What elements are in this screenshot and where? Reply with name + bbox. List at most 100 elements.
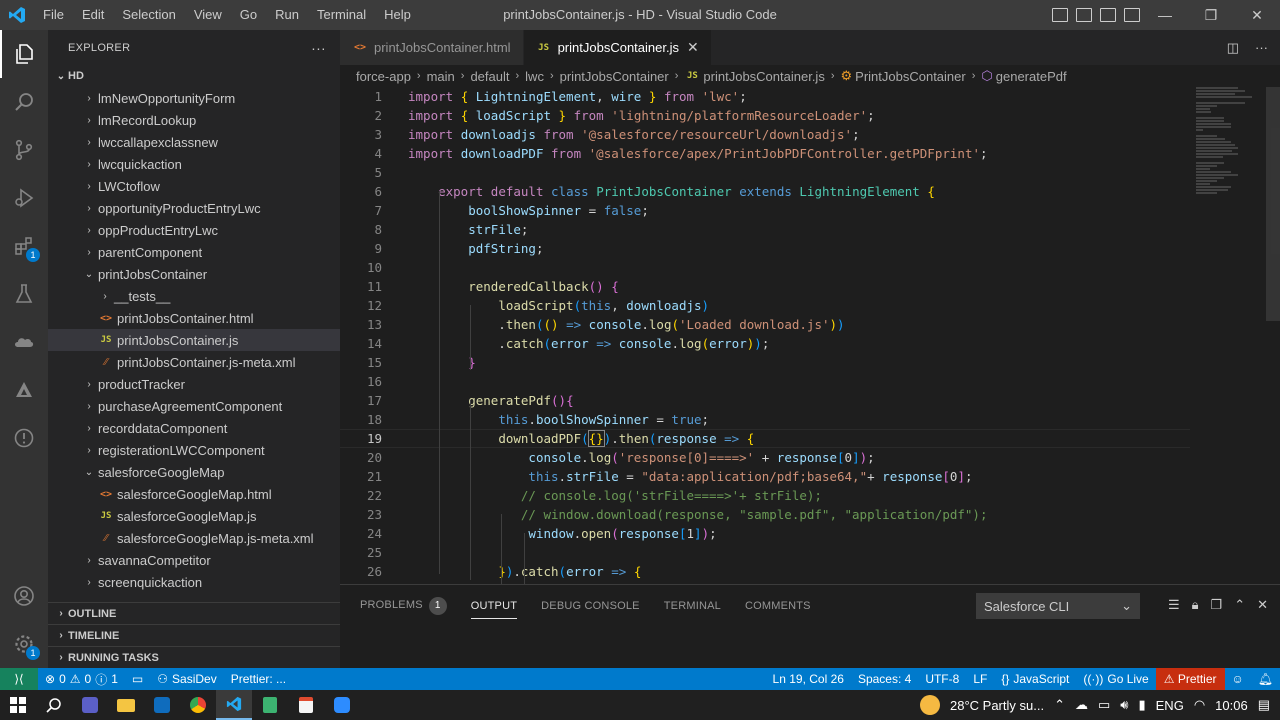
org-status[interactable]: ⚇ SasiDev [150,672,223,686]
code-line[interactable]: 14 .catch(error => console.log(error)); [340,334,1190,353]
tray-chevron-icon[interactable]: ⌃ [1054,697,1065,713]
tree-item[interactable]: JS salesforceGoogleMap.js [48,505,340,527]
menu-terminal[interactable]: Terminal [308,0,375,30]
language-mode[interactable]: {} JavaScript [994,672,1076,686]
clear-output-icon[interactable]: ☰ [1168,597,1180,613]
minimap[interactable] [1196,87,1266,227]
code-line[interactable]: 24 window.open(response[1]); [340,524,1190,543]
breadcrumb-item[interactable]: default [470,69,509,84]
tree-item[interactable]: › lwcquickaction [48,153,340,175]
vscode-taskbar-icon[interactable] [216,690,252,720]
workspace-root[interactable]: ⌄ HD [48,65,340,87]
maximize-panel-icon[interactable]: ⌃ [1234,597,1245,613]
menu-file[interactable]: File [34,0,73,30]
toggle-sidebar-icon[interactable] [1052,8,1068,22]
tree-item[interactable]: › parentComponent [48,241,340,263]
tree-item[interactable]: › purchaseAgreementComponent [48,395,340,417]
menu-run[interactable]: Run [266,0,308,30]
code-line[interactable]: 25 [340,543,1190,562]
more-actions-icon[interactable]: ··· [1255,40,1268,55]
feedback-icon[interactable]: ☺ [1225,672,1251,686]
code-editor[interactable]: 1 import { LightningElement, wire } from … [340,87,1280,584]
clock-time[interactable]: 10:06 [1215,698,1248,713]
tree-item[interactable]: › savannaCompetitor [48,549,340,571]
breadcrumb-item[interactable]: generatePdf [996,69,1067,84]
code-line[interactable]: 11 renderedCallback() { [340,277,1190,296]
menu-help[interactable]: Help [375,0,420,30]
prettier-status[interactable]: ⚠ Prettier [1155,668,1225,690]
code-line[interactable]: 20 console.log('response[0]====>' + resp… [340,448,1190,467]
org-browser-icon[interactable] [0,366,48,414]
split-editor-icon[interactable]: ◫ [1227,40,1239,56]
tree-item[interactable]: JS printJobsContainer.js [48,329,340,351]
tab-problems[interactable]: PROBLEMS 1 [360,597,447,615]
tree-item[interactable]: ⁄⁄ salesforceGoogleMap.js-meta.xml [48,527,340,549]
volume-icon[interactable]: 🔊︎ [1120,697,1128,713]
tab-debug-console[interactable]: DEBUG CONSOLE [541,600,640,612]
code-line[interactable]: 5 [340,163,1190,182]
cursor-position[interactable]: Ln 19, Col 26 [766,672,851,686]
prettier-left-status[interactable]: Prettier: ... [224,672,293,686]
menu-edit[interactable]: Edit [73,0,113,30]
breadcrumb-item[interactable]: force-app [356,69,411,84]
tab-terminal[interactable]: TERMINAL [664,600,721,612]
customize-layout-icon[interactable] [1124,8,1140,22]
input-language[interactable]: ENG [1156,698,1184,713]
open-in-editor-icon[interactable]: ❐ [1211,597,1223,613]
code-line[interactable]: 12 loadScript(this, downloadjs) [340,296,1190,315]
code-line[interactable]: 2 import { loadScript } from 'lightning/p… [340,106,1190,125]
search-icon[interactable] [0,78,48,126]
tree-item[interactable]: › lmRecordLookup [48,109,340,131]
breadcrumb-item[interactable]: printJobsContainer.js [703,69,824,84]
close-panel-icon[interactable]: ✕ [1257,597,1268,613]
code-line[interactable]: 3 import downloadjs from '@salesforce/res… [340,125,1190,144]
go-live[interactable]: ((·)) Go Live [1076,672,1155,686]
teams-icon[interactable] [72,690,108,720]
encoding[interactable]: UTF-8 [918,672,966,686]
code-line[interactable]: 17 generatePdf(){ [340,391,1190,410]
outline-section[interactable]: › OUTLINE [48,602,340,624]
extensions-icon[interactable]: 1 [0,222,48,270]
network-icon[interactable]: ▭ [1098,697,1110,713]
tree-item[interactable]: › lwccallapexclassnew [48,131,340,153]
source-control-icon[interactable] [0,126,48,174]
timeline-section[interactable]: › TIMELINE [48,624,340,646]
tab-comments[interactable]: COMMENTS [745,600,811,612]
battery-icon[interactable]: ▮ [1138,697,1145,713]
output-channel-select[interactable]: Salesforce CLI ⌄ [976,593,1140,619]
code-line[interactable]: 1 import { LightningElement, wire } from … [340,87,1190,106]
notifications-bell-icon[interactable]: 🔔︎ [1251,672,1280,686]
chrome-icon[interactable] [180,690,216,720]
editor-scrollbar[interactable] [1266,87,1280,321]
code-line[interactable]: 15 } [340,353,1190,372]
code-line[interactable]: 13 .then(() => console.log('Loaded downl… [340,315,1190,334]
document-app-icon[interactable] [288,690,324,720]
tree-item[interactable]: <> salesforceGoogleMap.html [48,483,340,505]
run-debug-icon[interactable] [0,174,48,222]
tree-item[interactable]: › lmNewOpportunityForm [48,87,340,109]
onedrive-cloud-icon[interactable]: ☁ [1075,697,1088,713]
code-line[interactable]: 16 [340,372,1190,391]
menu-go[interactable]: Go [231,0,266,30]
code-line[interactable]: 9 pdfString; [340,239,1190,258]
code-line[interactable]: 21 this.strFile = "data:application/pdf;… [340,467,1190,486]
code-line[interactable]: 26 }).catch(error => { [340,562,1190,581]
indentation[interactable]: Spaces: 4 [851,672,918,686]
tree-item[interactable]: › recorddataComponent [48,417,340,439]
close-window-button[interactable]: ✕ [1234,0,1280,30]
breadcrumb-item[interactable]: lwc [525,69,544,84]
code-line[interactable]: 8 strFile; [340,220,1190,239]
code-line[interactable]: 23 // window.download(response, "sample.… [340,505,1190,524]
tree-item[interactable]: › productTracker [48,373,340,395]
problems-status[interactable]: ⊗ 0 ⚠ 0 ⓘ 1 [38,671,125,688]
tree-item[interactable]: ⁄⁄ printJobsContainer.js-meta.xml [48,351,340,373]
tree-item[interactable]: › LWCtoflow [48,175,340,197]
tree-item[interactable]: <> printJobsContainer.html [48,307,340,329]
lock-scroll-icon[interactable]: 🔒︎ [1192,597,1199,613]
account-icon[interactable] [0,572,48,620]
code-line[interactable]: 7 boolShowSpinner = false; [340,201,1190,220]
explorer-more-button[interactable]: ··· [311,40,326,56]
zoom-icon[interactable] [324,690,360,720]
info-icon[interactable] [0,414,48,462]
tree-item[interactable]: › screenquickaction [48,571,340,593]
